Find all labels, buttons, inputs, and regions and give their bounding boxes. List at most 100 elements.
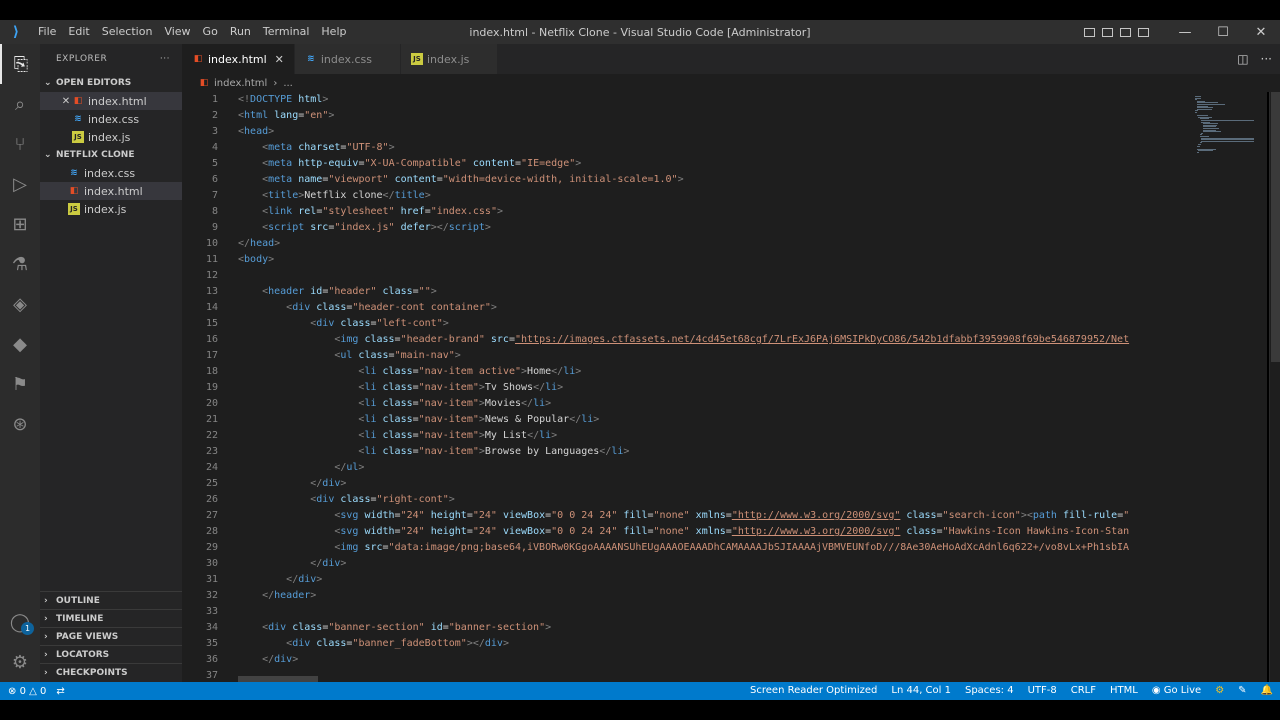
- code-line[interactable]: 31 </div>: [182, 572, 1187, 588]
- code-line[interactable]: 24 </ul>: [182, 460, 1187, 476]
- menu-file[interactable]: File: [32, 20, 62, 44]
- docker-icon[interactable]: ◈: [0, 284, 40, 324]
- page-views-section-header[interactable]: › PAGE VIEWS: [40, 627, 182, 645]
- project-file-index-css[interactable]: ≋ index.css: [40, 164, 182, 182]
- menu-edit[interactable]: Edit: [62, 20, 95, 44]
- code-line[interactable]: 37: [182, 668, 1187, 682]
- code-line[interactable]: 7 <title>Netflix clone</title>: [182, 188, 1187, 204]
- eol-status[interactable]: CRLF: [1064, 682, 1103, 700]
- toggle-panel-icon[interactable]: [1098, 20, 1116, 44]
- indentation-status[interactable]: Spaces: 4: [958, 682, 1021, 700]
- breadcrumb-symbol[interactable]: ...: [283, 78, 293, 89]
- code-line[interactable]: 6 <meta name="viewport" content="width=d…: [182, 172, 1187, 188]
- more-actions-icon[interactable]: ···: [1261, 52, 1272, 66]
- notifications-bell-icon[interactable]: 🔔: [1254, 682, 1280, 700]
- code-line[interactable]: 1 <!DOCTYPE html>: [182, 92, 1187, 108]
- locators-section-header[interactable]: › LOCATORS: [40, 645, 182, 663]
- menu-terminal[interactable]: Terminal: [257, 20, 316, 44]
- code-line[interactable]: 13 <header id="header" class="">: [182, 284, 1187, 300]
- maximize-icon[interactable]: ☐: [1204, 20, 1242, 44]
- minimap[interactable]: [1187, 92, 1267, 682]
- menu-run[interactable]: Run: [224, 20, 257, 44]
- code-line[interactable]: 8 <link rel="stylesheet" href="index.css…: [182, 204, 1187, 220]
- code-line[interactable]: 33: [182, 604, 1187, 620]
- go-live-button[interactable]: ◉ Go Live: [1145, 682, 1208, 700]
- code-line[interactable]: 18 <li class="nav-item active">Home</li>: [182, 364, 1187, 380]
- menu-go[interactable]: Go: [197, 20, 224, 44]
- code-line[interactable]: 4 <meta charset="UTF-8">: [182, 140, 1187, 156]
- code-line[interactable]: 14 <div class="header-cont container">: [182, 300, 1187, 316]
- vertical-scrollbar[interactable]: [1269, 92, 1280, 682]
- menu-view[interactable]: View: [158, 20, 196, 44]
- close-icon[interactable]: ✕: [60, 96, 72, 107]
- code-line[interactable]: 16 <img class="header-brand" src="https:…: [182, 332, 1187, 348]
- code-line[interactable]: 30 </div>: [182, 556, 1187, 572]
- code-line[interactable]: 12: [182, 268, 1187, 284]
- screen-reader-status[interactable]: Screen Reader Optimized: [743, 682, 884, 700]
- close-tab-icon[interactable]: ✕: [275, 53, 284, 66]
- code-line[interactable]: 21 <li class="nav-item">News & Popular</…: [182, 412, 1187, 428]
- code-line[interactable]: 25 </div>: [182, 476, 1187, 492]
- customize-layout-icon[interactable]: [1134, 20, 1152, 44]
- code-line[interactable]: 15 <div class="left-cont">: [182, 316, 1187, 332]
- menu-help[interactable]: Help: [315, 20, 352, 44]
- close-window-icon[interactable]: ✕: [1242, 20, 1280, 44]
- code-line[interactable]: 9 <script src="index.js" defer></script>: [182, 220, 1187, 236]
- code-line[interactable]: 23 <li class="nav-item">Browse by Langua…: [182, 444, 1187, 460]
- scrollbar-thumb[interactable]: [1271, 92, 1280, 362]
- run-debug-icon[interactable]: ▷: [0, 164, 40, 204]
- code-line[interactable]: 11 <body>: [182, 252, 1187, 268]
- tab-index-js[interactable]: JS index.js: [400, 44, 499, 74]
- code-line[interactable]: 27 <svg width="24" height="24" viewBox="…: [182, 508, 1187, 524]
- project-file-index-html[interactable]: ◧ index.html: [40, 182, 182, 200]
- toggle-secondary-sidebar-icon[interactable]: [1116, 20, 1134, 44]
- settings-gear-icon[interactable]: ⚙: [0, 642, 40, 682]
- project-file-index-js[interactable]: JS index.js: [40, 200, 182, 218]
- code-line[interactable]: 20 <li class="nav-item">Movies</li>: [182, 396, 1187, 412]
- extension-status-icon[interactable]: ⚙: [1208, 682, 1231, 700]
- extensions-icon[interactable]: ⊞: [0, 204, 40, 244]
- cursor-position[interactable]: Ln 44, Col 1: [884, 682, 958, 700]
- search-icon[interactable]: ⌕: [0, 84, 40, 124]
- layers-icon[interactable]: ◆: [0, 324, 40, 364]
- feedback-icon[interactable]: ✎: [1231, 682, 1253, 700]
- code-line[interactable]: 26 <div class="right-cont">: [182, 492, 1187, 508]
- code-line[interactable]: 17 <ul class="main-nav">: [182, 348, 1187, 364]
- minimize-icon[interactable]: —: [1166, 20, 1204, 44]
- menu-selection[interactable]: Selection: [96, 20, 159, 44]
- open-editors-header[interactable]: ⌄ OPEN EDITORS: [40, 74, 182, 92]
- live-share-icon[interactable]: ⇄: [56, 686, 64, 697]
- outline-section-header[interactable]: › OUTLINE: [40, 591, 182, 609]
- explorer-icon[interactable]: ⎘: [0, 44, 40, 84]
- open-editor-item-index-js[interactable]: JS index.js: [40, 128, 182, 146]
- code-line[interactable]: 35 <div class="banner_fadeBottom"></div>: [182, 636, 1187, 652]
- timeline-section-header[interactable]: › TIMELINE: [40, 609, 182, 627]
- code-editor[interactable]: 37 36 </div> 35 <div class="banner_fadeBot…: [182, 92, 1187, 682]
- open-editor-item-index-css[interactable]: ≋ index.css: [40, 110, 182, 128]
- problems-indicator[interactable]: ⊗ 0 △ 0: [8, 686, 46, 697]
- code-line[interactable]: 10 </head>: [182, 236, 1187, 252]
- code-line[interactable]: 2 <html lang="en">: [182, 108, 1187, 124]
- code-line[interactable]: 19 <li class="nav-item">Tv Shows</li>: [182, 380, 1187, 396]
- testing-icon[interactable]: ⚗: [0, 244, 40, 284]
- code-line[interactable]: 36 </div>: [182, 652, 1187, 668]
- source-control-icon[interactable]: ⑂: [0, 124, 40, 164]
- language-mode[interactable]: HTML: [1103, 682, 1145, 700]
- code-line[interactable]: 5 <meta http-equiv="X-UA-Compatible" con…: [182, 156, 1187, 172]
- code-line[interactable]: 28 <svg width="24" height="24" viewBox="…: [182, 524, 1187, 540]
- project-folder-header[interactable]: ⌄ NETFLIX CLONE: [40, 146, 182, 164]
- tab-index-html[interactable]: ◧ index.html ✕: [182, 44, 295, 74]
- remote-explorer-icon[interactable]: ⚑: [0, 364, 40, 404]
- explorer-more-actions-icon[interactable]: ···: [160, 54, 170, 64]
- tab-index-css[interactable]: ≋ index.css: [294, 44, 401, 74]
- code-line[interactable]: 32 </header>: [182, 588, 1187, 604]
- code-line[interactable]: 34 <div class="banner-section" id="banne…: [182, 620, 1187, 636]
- checkpoints-section-header[interactable]: › CHECKPOINTS: [40, 663, 182, 681]
- breadcrumb-file[interactable]: index.html: [214, 78, 267, 89]
- code-line[interactable]: 22 <li class="nav-item">My List</li>: [182, 428, 1187, 444]
- code-line[interactable]: 29 <img src="data:image/png;base64,iVBOR…: [182, 540, 1187, 556]
- code-line[interactable]: 3 <head>: [182, 124, 1187, 140]
- toggle-primary-sidebar-icon[interactable]: [1080, 20, 1098, 44]
- encoding-status[interactable]: UTF-8: [1021, 682, 1064, 700]
- open-editor-item-index-html[interactable]: ✕ ◧ index.html: [40, 92, 182, 110]
